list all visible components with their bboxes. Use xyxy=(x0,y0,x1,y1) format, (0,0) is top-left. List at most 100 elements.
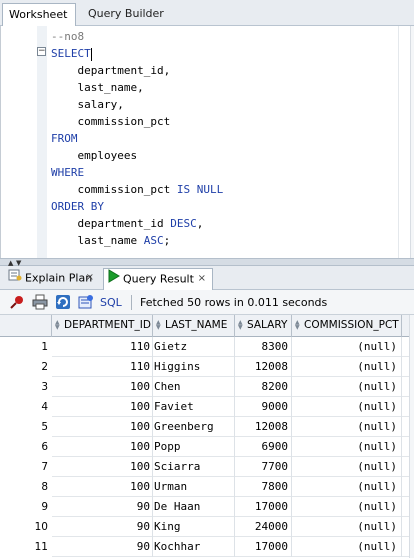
cell-last-name[interactable]: King xyxy=(153,517,235,537)
cell-commission-pct[interactable]: (null) xyxy=(292,437,402,457)
cell-last-name[interactable]: Gietz xyxy=(153,337,235,357)
cell-salary[interactable]: 8200 xyxy=(235,377,292,397)
sql-query-icon[interactable] xyxy=(78,294,94,310)
close-query-result-icon[interactable]: × xyxy=(198,269,206,289)
cell-department-id[interactable]: 110 xyxy=(52,357,153,377)
cell-department-id[interactable]: 100 xyxy=(52,457,153,477)
table-row[interactable]: 6 100 Popp 6900 (null) xyxy=(0,437,414,457)
cell-department-id[interactable]: 100 xyxy=(52,437,153,457)
table-row[interactable]: 4 100 Faviet 9000 (null) xyxy=(0,397,414,417)
table-row[interactable]: 8 100 Urman 7800 (null) xyxy=(0,477,414,497)
row-number: 4 xyxy=(0,397,52,417)
table-row[interactable]: 10 90 King 24000 (null) xyxy=(0,517,414,537)
code-line: employees xyxy=(51,147,138,164)
cell-commission-pct[interactable]: (null) xyxy=(292,537,402,557)
cell-commission-pct[interactable]: (null) xyxy=(292,337,402,357)
fold-collapse-icon[interactable]: − xyxy=(37,47,46,56)
top-tab-bar: Worksheet Query Builder xyxy=(0,0,414,26)
cell-department-id[interactable]: 100 xyxy=(52,477,153,497)
tab-query-builder[interactable]: Query Builder xyxy=(82,3,170,26)
table-row[interactable]: 2 110 Higgins 12008 (null) xyxy=(0,357,414,377)
cell-last-name[interactable]: Urman xyxy=(153,477,235,497)
cell-commission-pct[interactable]: (null) xyxy=(292,497,402,517)
row-number: 10 xyxy=(0,517,52,537)
print-icon[interactable] xyxy=(32,294,48,310)
code-line: FROM xyxy=(51,130,78,147)
table-row[interactable]: 1 110 Gietz 8300 (null) xyxy=(0,337,414,357)
row-number: 8 xyxy=(0,477,52,497)
toolbar-separator xyxy=(131,295,132,310)
sql-editor[interactable]: − --no8 SELECT department_id, last_name, … xyxy=(0,26,414,258)
col-label: LAST_NAME xyxy=(165,319,228,331)
cell-salary[interactable]: 7700 xyxy=(235,457,292,477)
tab-worksheet[interactable]: Worksheet xyxy=(2,3,76,26)
sql-identifier: department_id xyxy=(77,217,164,230)
sort-icon[interactable]: ▲ ▼ xyxy=(55,320,60,331)
cell-department-id[interactable]: 100 xyxy=(52,397,153,417)
cell-last-name[interactable]: Higgins xyxy=(153,357,235,377)
table-row[interactable]: 5 100 Greenberg 12008 (null) xyxy=(0,417,414,437)
table-row[interactable]: 3 100 Chen 8200 (null) xyxy=(0,377,414,397)
cell-department-id[interactable]: 100 xyxy=(52,417,153,437)
grid-scrollbar[interactable] xyxy=(409,315,414,558)
cell-salary[interactable]: 7800 xyxy=(235,477,292,497)
cell-department-id[interactable]: 90 xyxy=(52,497,153,517)
cell-department-id[interactable]: 100 xyxy=(52,377,153,397)
cell-last-name[interactable]: Sciarra xyxy=(153,457,235,477)
editor-scrollbar[interactable] xyxy=(410,26,414,258)
row-number-header xyxy=(0,315,52,337)
close-explain-plan-icon[interactable]: × xyxy=(86,268,94,288)
sql-keyword: WHERE xyxy=(51,166,85,179)
pin-icon[interactable] xyxy=(9,294,25,310)
cell-department-id[interactable]: 90 xyxy=(52,517,153,537)
cell-salary[interactable]: 12008 xyxy=(235,417,292,437)
cell-salary[interactable]: 12008 xyxy=(235,357,292,377)
cell-commission-pct[interactable]: (null) xyxy=(292,457,402,477)
cell-salary[interactable]: 17000 xyxy=(235,537,292,557)
table-row[interactable]: 9 90 De Haan 17000 (null) xyxy=(0,497,414,517)
cell-last-name[interactable]: Greenberg xyxy=(153,417,235,437)
sql-keyword: DESC xyxy=(170,217,197,230)
result-grid[interactable]: ▲ ▼ DEPARTMENT_ID ▲ ▼ LAST_NAME ▲ ▼ SALARY ▲ ▼ C… xyxy=(0,315,414,558)
cell-last-name[interactable]: Faviet xyxy=(153,397,235,417)
table-row[interactable]: 11 90 Kochhar 17000 (null) xyxy=(0,537,414,557)
right-margin-guide xyxy=(398,26,399,258)
col-label: SALARY xyxy=(247,319,288,331)
cell-commission-pct[interactable]: (null) xyxy=(292,517,402,537)
tab-explain-plan[interactable]: Explain Plan × xyxy=(4,268,100,290)
cell-commission-pct[interactable]: (null) xyxy=(292,377,402,397)
cell-last-name[interactable]: Kochhar xyxy=(153,537,235,557)
sort-icon[interactable]: ▲ ▼ xyxy=(238,320,243,331)
col-header-last-name[interactable]: ▲ ▼ LAST_NAME xyxy=(153,315,235,337)
code-line: last_name, xyxy=(51,79,144,96)
tab-query-result[interactable]: Query Result × xyxy=(103,268,213,290)
pane-splitter[interactable]: ▲ ▼ xyxy=(0,258,414,267)
cell-salary[interactable]: 17000 xyxy=(235,497,292,517)
cell-department-id[interactable]: 110 xyxy=(52,337,153,357)
refresh-icon[interactable] xyxy=(55,294,71,310)
cell-salary[interactable]: 8300 xyxy=(235,337,292,357)
sql-keyword: IS NULL xyxy=(176,183,224,196)
cell-department-id[interactable]: 90 xyxy=(52,537,153,557)
cell-last-name[interactable]: Popp xyxy=(153,437,235,457)
sort-icon[interactable]: ▲ ▼ xyxy=(156,320,161,331)
cell-commission-pct[interactable]: (null) xyxy=(292,357,402,377)
col-header-commission-pct[interactable]: ▲ ▼ COMMISSION_PCT xyxy=(292,315,402,337)
cell-commission-pct[interactable]: (null) xyxy=(292,417,402,437)
cell-salary[interactable]: 9000 xyxy=(235,397,292,417)
cell-last-name[interactable]: De Haan xyxy=(153,497,235,517)
row-number: 11 xyxy=(0,537,52,557)
cell-last-name[interactable]: Chen xyxy=(153,377,235,397)
row-number: 9 xyxy=(0,497,52,517)
col-header-salary[interactable]: ▲ ▼ SALARY xyxy=(235,315,292,337)
sort-icon[interactable]: ▲ ▼ xyxy=(295,320,300,331)
code-line: salary, xyxy=(51,96,124,113)
cell-commission-pct[interactable]: (null) xyxy=(292,477,402,497)
col-header-department-id[interactable]: ▲ ▼ DEPARTMENT_ID xyxy=(52,315,153,337)
cell-commission-pct[interactable]: (null) xyxy=(292,397,402,417)
cell-salary[interactable]: 24000 xyxy=(235,517,292,537)
table-row[interactable]: 7 100 Sciarra 7700 (null) xyxy=(0,457,414,477)
cell-salary[interactable]: 6900 xyxy=(235,437,292,457)
col-label: DEPARTMENT_ID xyxy=(64,319,151,331)
sql-button[interactable]: SQL xyxy=(100,290,122,315)
